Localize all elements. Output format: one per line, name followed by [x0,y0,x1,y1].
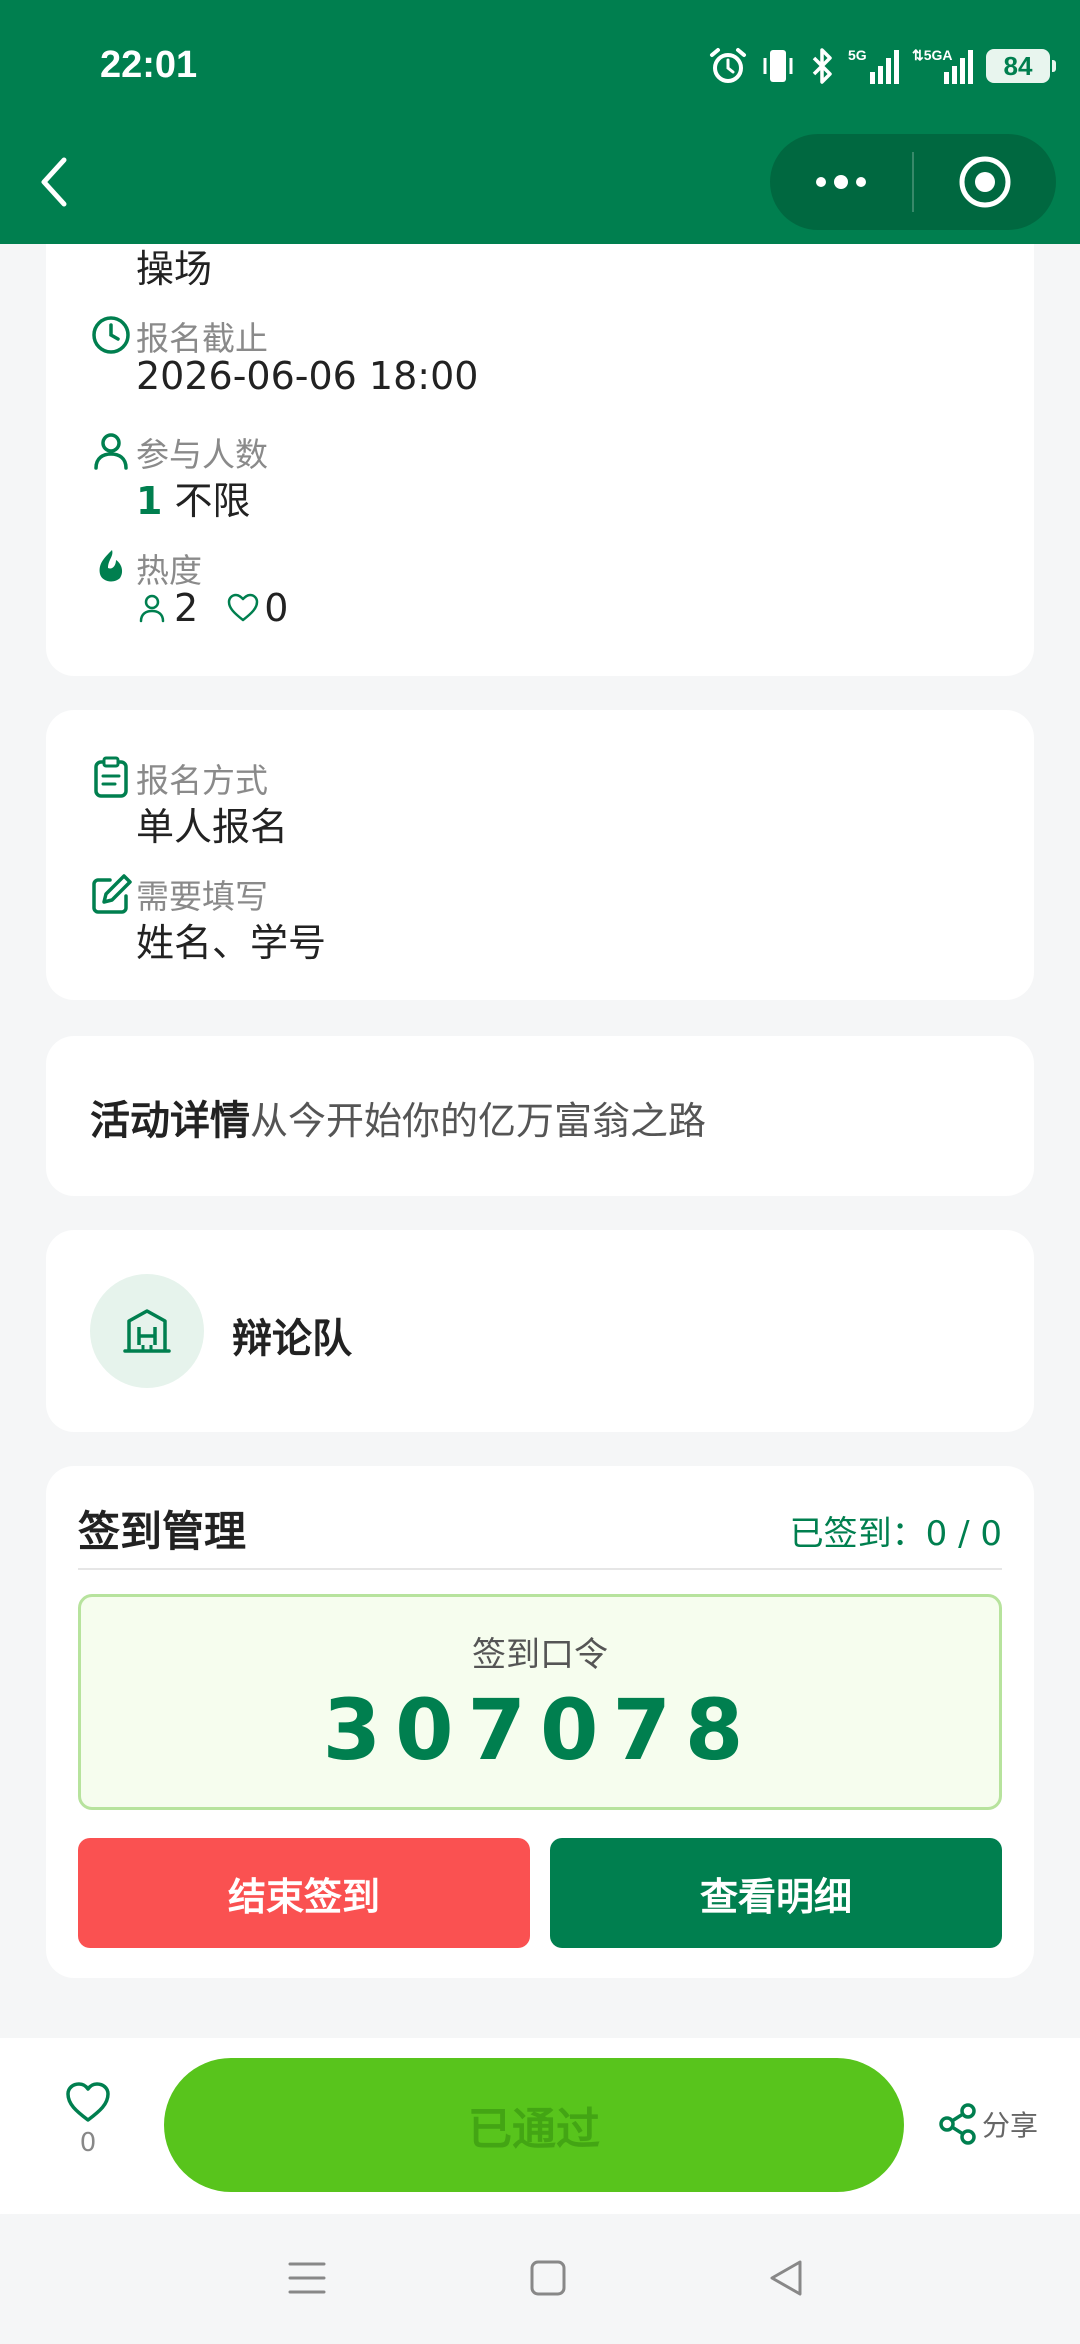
signup-method-label: 报名方式 [136,761,268,800]
target-circle-icon [959,156,1011,208]
views-count: 2 [174,586,199,630]
recents-button[interactable] [286,2258,328,2302]
edit-icon [92,874,132,914]
system-nav-bar [0,2214,1080,2344]
checkin-code-label: 签到口令 [472,1635,608,1675]
signal-5ga-icon: ⇅5GA [912,47,973,84]
checkin-card: 签到管理 已签到：0 / 0 签到口令 307078 结束签到 查看明细 [46,1466,1034,1978]
chevron-left-icon [41,157,67,207]
organizer-card[interactable]: 辩论队 [46,1230,1034,1432]
signal-5g-icon: 5G [848,47,899,84]
organizer-name: 辩论队 [232,1316,352,1362]
approved-status-button[interactable]: 已通过 [164,2058,904,2192]
checkin-code-box: 签到口令 307078 [78,1594,1002,1810]
svg-text:⇅5GA: ⇅5GA [912,47,953,63]
system-back-button[interactable] [766,2258,806,2302]
signup-method-value: 单人报名 [136,805,289,849]
miniprogram-capsule [770,134,1056,230]
view-person-icon [139,594,165,623]
share-icon [939,2103,976,2145]
checkin-code-value: 307078 [322,1681,758,1779]
participants-limit: 不限 [174,479,251,523]
required-fields-value: 姓名、学号 [136,921,327,965]
details-line: 活动详情从今开始你的亿万富翁之路 [90,1088,706,1146]
checkin-title: 签到管理 [78,1507,247,1556]
likes-count: 0 [264,586,289,630]
favorite-button[interactable]: 0 [56,2080,120,2158]
activity-details-card: 活动详情从今开始你的亿万富翁之路 [46,1036,1034,1196]
more-button[interactable] [770,134,912,230]
participants-label: 参与人数 [136,435,268,474]
flame-icon [99,550,123,582]
participants-count: 1 [136,479,163,523]
view-details-button[interactable]: 查看明细 [550,1838,1002,1948]
building-icon [123,1309,171,1353]
back-button[interactable] [36,152,76,212]
participants-value: 1 不限 [136,470,251,525]
vibrate-icon [763,50,793,82]
deadline-label: 报名截止 [136,319,268,358]
menu-lines-icon [288,2262,326,2294]
activity-info-card: 操场 报名截止 2026-06-06 18:00 参与人数 1 不限 热度 2 … [46,200,1034,676]
organizer-avatar [90,1274,204,1388]
clipboard-icon [94,756,128,798]
required-fields-label: 需要填写 [136,877,268,916]
details-text: 从今开始你的亿万富翁之路 [250,1099,707,1143]
popularity-label: 热度 [136,551,202,590]
deadline-value: 2026-06-06 18:00 [136,354,479,398]
top-header: 22:01 5G ⇅5GA 84 [0,0,1080,244]
heart-outline-icon [227,593,259,622]
bottom-action-bar: 0 已通过 分享 [0,2038,1080,2214]
close-miniprogram-button[interactable] [914,134,1056,230]
svg-text:5G: 5G [848,47,867,63]
signup-card: 报名方式 单人报名 需要填写 姓名、学号 [46,710,1034,1000]
favorite-count: 0 [79,2128,97,2158]
details-title: 活动详情 [90,1098,250,1144]
end-checkin-button[interactable]: 结束签到 [78,1838,530,1948]
more-dots-icon [816,175,866,189]
home-button[interactable] [528,2258,568,2302]
alarm-icon [710,48,746,83]
location-value: 操场 [136,247,213,291]
checkin-divider [78,1568,1002,1570]
share-button[interactable]: 分享 [936,2102,1038,2146]
share-label: 分享 [982,2109,1039,2142]
battery-indicator: 84 [986,49,1056,83]
person-icon [94,433,128,470]
clock-icon [92,316,130,354]
popularity-stats: 2 0 [136,586,288,630]
square-home-icon [530,2260,566,2296]
checkin-count: 已签到：0 / 0 [789,1514,1002,1554]
triangle-back-icon [770,2260,802,2296]
status-time: 22:01 [100,44,198,86]
bluetooth-icon [812,48,832,84]
status-icons: 5G ⇅5GA 84 [708,44,1056,88]
heart-icon [66,2082,110,2122]
